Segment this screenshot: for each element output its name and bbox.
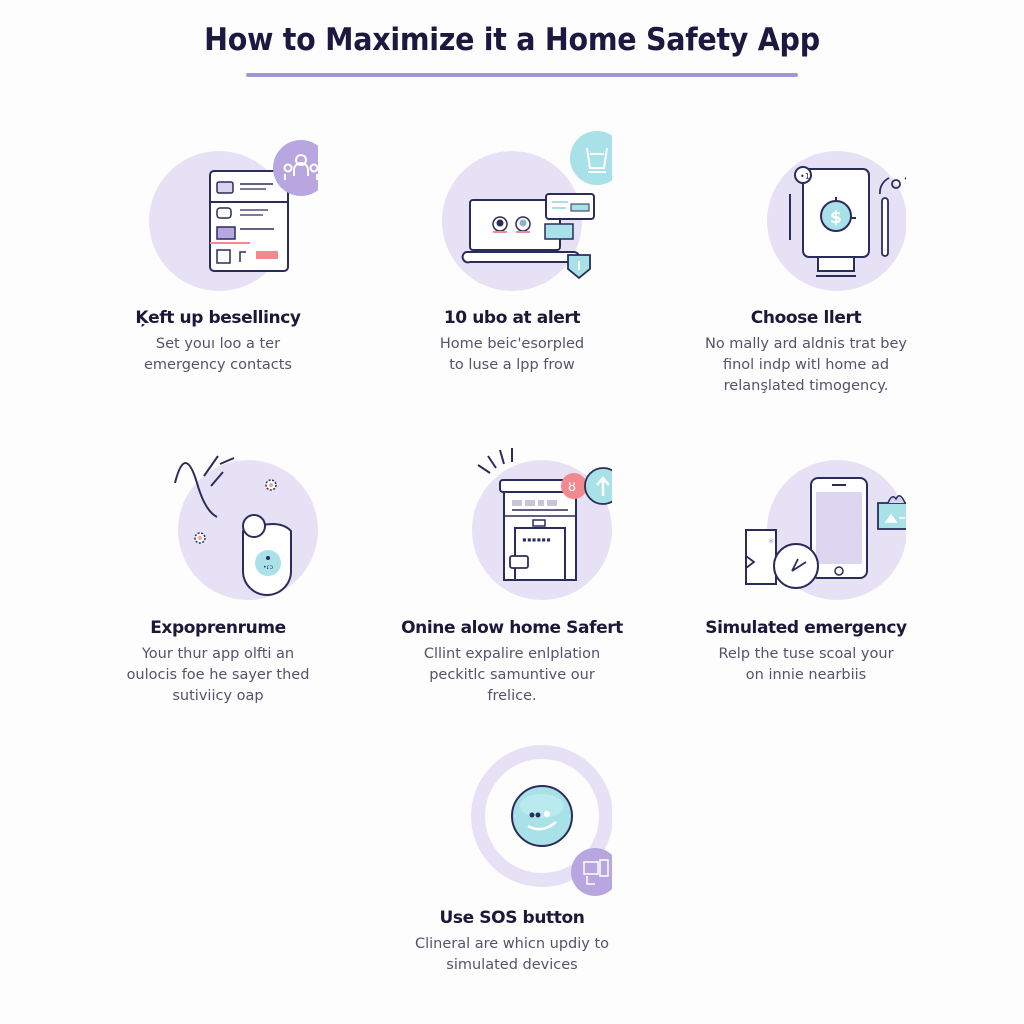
step-description: Clineral are whicn updiy to simulated de… xyxy=(414,936,610,973)
svg-text:ȣ: ȣ xyxy=(568,480,576,495)
svg-text:$: $ xyxy=(830,208,842,228)
svg-text:▪▪▪▪▪▪: ▪▪▪▪▪▪ xyxy=(522,535,551,544)
step-description: No mally ard aldnis trat bey finol indp … xyxy=(704,336,908,394)
step-heading: Onine alow home Safert xyxy=(401,618,623,638)
contact-list-icon xyxy=(118,128,318,298)
step-description: Your thur app olfti an oulocis foe he sa… xyxy=(126,646,310,704)
sos-button-icon xyxy=(412,728,612,898)
step-card-contacts: Ķeft up besellincy Set youı loo a ter em… xyxy=(88,128,348,376)
step-description: Home beic'esorpled to luse a lpp frow xyxy=(439,336,585,373)
step-description: Relp the tuse scoal your on innie nearbi… xyxy=(718,646,894,683)
safe-device-icon: •1 $ xyxy=(706,128,906,298)
step-heading: Ķeft up besellincy xyxy=(135,308,301,328)
laptop-alert-icon xyxy=(412,128,612,298)
svg-text:•1: •1 xyxy=(800,172,810,181)
sensor-device-icon: •ɾɔ xyxy=(118,438,318,608)
step-card-online-safety: ▪▪▪▪▪▪ ȣ Onine alow home Safert Cllint e… xyxy=(382,438,642,707)
step-heading: Expoprenrume xyxy=(150,618,286,638)
step-heading: Choose llert xyxy=(750,308,862,328)
step-card-choose-alert: •1 $ Choose llert No mally ard aldnis tr… xyxy=(676,128,936,397)
step-description: Set youı loo a ter emergency contacts xyxy=(144,336,292,373)
svg-text:*: * xyxy=(768,536,774,550)
step-card-simulated-emergency: * Simulated emergency Relp the tuse scoa… xyxy=(676,438,936,686)
svg-text:•ɾɔ: •ɾɔ xyxy=(263,564,273,571)
step-card-sos: Use SOS button Clineral are whicn updiy … xyxy=(382,728,642,976)
step-heading: Simulated emergency xyxy=(705,618,907,638)
smartphone-clock-icon: * xyxy=(706,438,906,608)
title-underline xyxy=(246,73,798,77)
step-heading: Use SOS button xyxy=(439,908,585,928)
home-hub-icon: ▪▪▪▪▪▪ ȣ xyxy=(412,438,612,608)
page-title: How to Maximize it a Home Safety App xyxy=(204,22,820,58)
step-description: Cllint expalire enlplation peckitlc samu… xyxy=(423,646,601,704)
step-heading: 10 ubo at alert xyxy=(443,308,581,328)
step-card-alert: 10 ubo at alert Home beic'esorpled to lu… xyxy=(382,128,642,376)
step-card-experience: •ɾɔ Expoprenrume Your thur app olfti an … xyxy=(88,438,348,707)
